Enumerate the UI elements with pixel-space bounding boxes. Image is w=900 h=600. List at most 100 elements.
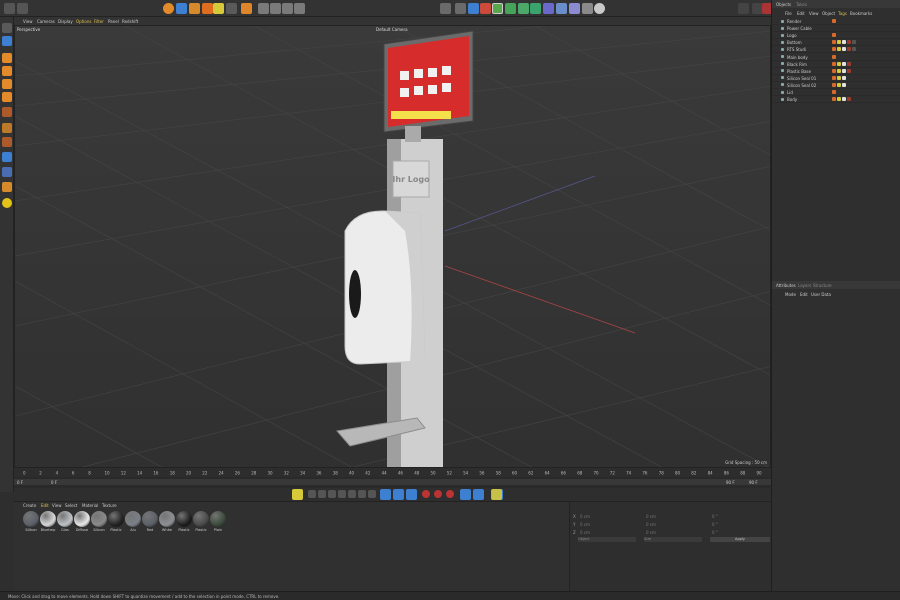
keyframe-selection-icon[interactable] <box>406 489 417 500</box>
field-icon[interactable] <box>556 3 567 14</box>
material-tag-icon[interactable] <box>842 75 846 80</box>
model-mode-icon[interactable] <box>226 3 237 14</box>
preview-end-field[interactable]: 90 F <box>749 480 758 485</box>
render-settings-icon[interactable] <box>738 3 749 14</box>
material-tag-icon[interactable] <box>837 82 841 87</box>
material-tag-icon[interactable] <box>837 40 841 45</box>
timeline-window-icon[interactable] <box>491 489 502 500</box>
material-item[interactable]: Plain <box>210 511 226 533</box>
material-item[interactable]: Plastic <box>108 511 124 533</box>
go-to-start-icon[interactable] <box>308 490 316 498</box>
objects-menu-view[interactable]: View <box>809 11 819 16</box>
viewport-menu-view[interactable]: View <box>23 19 33 24</box>
brush-icon[interactable] <box>2 182 12 192</box>
object-row[interactable]: Logo <box>772 32 900 40</box>
spline-pen-icon[interactable] <box>480 3 491 14</box>
move-tool-icon[interactable] <box>176 3 187 14</box>
z-axis-icon[interactable] <box>282 3 293 14</box>
object-row[interactable]: Silicon Seal 01 <box>772 75 900 82</box>
material-tag-icon[interactable] <box>832 61 836 66</box>
workplane-icon[interactable] <box>2 137 12 147</box>
undo-icon[interactable] <box>4 3 15 14</box>
material-tag-icon[interactable] <box>837 97 841 102</box>
cube-icon[interactable] <box>468 3 479 14</box>
rotate-tool-icon[interactable] <box>189 3 200 14</box>
viewport-menu-display[interactable]: Display <box>58 19 73 24</box>
x-axis-icon[interactable] <box>258 3 269 14</box>
coordinate-system-icon[interactable] <box>294 3 305 14</box>
position-z-field[interactable]: 0 cm <box>580 530 590 535</box>
material-tag-icon[interactable] <box>832 40 836 45</box>
range-start-field[interactable]: 0 F <box>17 480 23 485</box>
material-tag-icon[interactable] <box>837 61 841 66</box>
edges-mode-icon[interactable] <box>2 66 12 76</box>
record-position-icon[interactable] <box>422 490 430 498</box>
camera-icon[interactable] <box>582 3 593 14</box>
size-y-field[interactable]: 0 cm <box>646 522 656 527</box>
material-menu-view[interactable]: View <box>52 503 62 508</box>
tab-attributes[interactable]: Attributes <box>776 283 796 288</box>
current-frame-field[interactable]: 0 F <box>51 480 57 485</box>
material-menu-select[interactable]: Select <box>65 503 77 508</box>
timeline-ruler[interactable]: 0 2 4 6 8 10 12 14 16 18 20 22 24 26 28 30 32 34 36 38 40 42 4… <box>14 468 771 477</box>
subdivision-icon[interactable] <box>492 3 503 14</box>
material-menu-edit[interactable]: Edit <box>41 503 49 508</box>
make-editable-icon[interactable] <box>2 23 12 33</box>
material-tag-icon[interactable] <box>842 47 846 52</box>
material-tag-icon[interactable] <box>832 68 836 73</box>
material-item[interactable]: White <box>159 511 175 533</box>
next-frame-icon[interactable] <box>348 490 356 498</box>
material-tag-icon[interactable] <box>847 40 851 45</box>
position-x-field[interactable]: 0 cm <box>580 514 590 519</box>
record-pla-icon[interactable] <box>473 489 484 500</box>
object-row[interactable]: Lid <box>772 89 900 96</box>
lock-workplane-icon[interactable] <box>2 152 12 162</box>
mograph-icon[interactable] <box>518 3 529 14</box>
material-tag-icon[interactable] <box>842 40 846 45</box>
solo-icon[interactable] <box>2 167 12 177</box>
material-tag-icon[interactable] <box>847 61 851 66</box>
material-tag-icon[interactable] <box>832 47 836 52</box>
material-tag-icon[interactable] <box>832 54 836 59</box>
size-z-field[interactable]: 0 cm <box>646 530 656 535</box>
material-item[interactable]: Glas <box>57 511 73 533</box>
object-row[interactable]: Power Cable <box>772 25 900 33</box>
viewport-menu-filter[interactable]: Filter <box>94 19 104 24</box>
snap-icon[interactable] <box>2 107 12 117</box>
apply-button[interactable]: Apply <box>710 537 770 542</box>
attributes-menu-user-data[interactable]: User Data <box>811 292 831 297</box>
tab-structure[interactable]: Structure <box>813 283 832 288</box>
keyframe-mode-icon[interactable] <box>292 489 303 500</box>
objects-menu-file[interactable]: File <box>785 11 792 16</box>
axis-icon[interactable] <box>241 3 252 14</box>
go-to-end-icon[interactable] <box>368 490 376 498</box>
material-tag-icon[interactable] <box>842 68 846 73</box>
object-row[interactable]: Bottom <box>772 39 900 47</box>
objects-menu-edit[interactable]: Edit <box>797 11 805 16</box>
object-mode-icon[interactable] <box>213 3 224 14</box>
previous-key-icon[interactable] <box>318 490 326 498</box>
material-tag-icon[interactable] <box>832 97 836 102</box>
position-y-field[interactable]: 0 cm <box>580 522 590 527</box>
viewport-menu-redshift[interactable]: Redshift <box>122 19 138 24</box>
material-tag-icon[interactable] <box>852 47 856 52</box>
tab-layers[interactable]: Layers <box>798 283 811 288</box>
material-tag-icon[interactable] <box>842 97 846 102</box>
camera-label[interactable]: Default Camera <box>376 27 408 32</box>
effector-icon[interactable] <box>530 3 541 14</box>
previous-frame-icon[interactable] <box>328 490 336 498</box>
material-item[interactable]: Diffuse <box>74 511 90 533</box>
size-mode-select[interactable]: Size <box>644 537 702 542</box>
material-tag-icon[interactable] <box>832 90 836 94</box>
scale-tool-icon[interactable] <box>202 3 213 14</box>
material-menu-create[interactable]: Create <box>23 503 36 508</box>
material-item[interactable]: Red <box>142 511 158 533</box>
object-row[interactable]: Silicon Seal 02 <box>772 82 900 89</box>
material-tag-icon[interactable] <box>832 19 836 23</box>
objects-menu-bookmarks[interactable]: Bookmarks <box>850 11 872 16</box>
material-item[interactable]: Alu <box>125 511 141 533</box>
material-tag-icon[interactable] <box>852 40 856 45</box>
light-icon[interactable] <box>594 3 605 14</box>
object-row[interactable]: RTS Studi <box>772 46 900 54</box>
material-tag-icon[interactable] <box>837 47 841 52</box>
